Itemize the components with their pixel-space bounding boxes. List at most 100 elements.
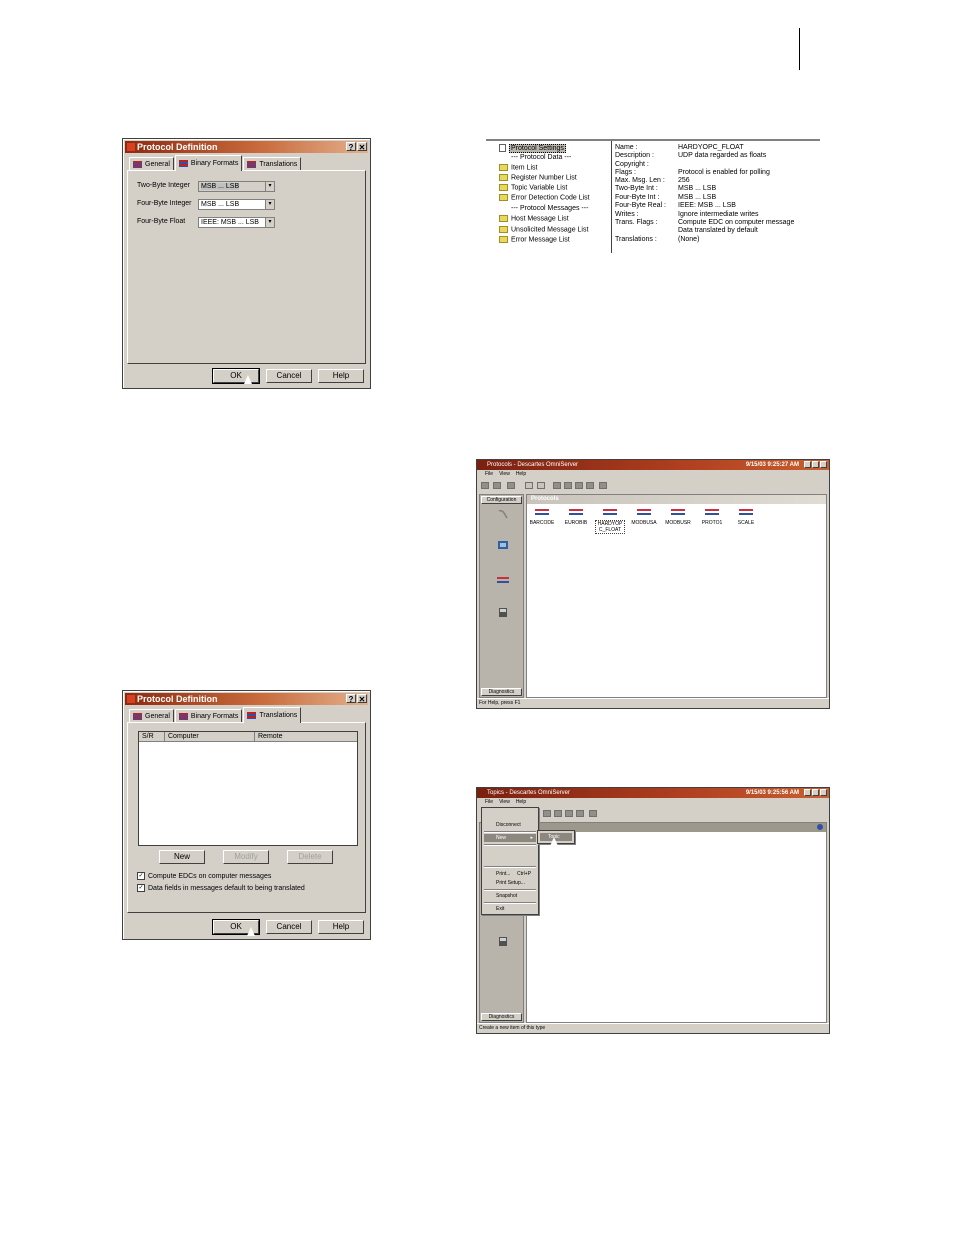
protocol-item[interactable]: MODBUSA (629, 508, 659, 526)
tree-item-topic-variable-list[interactable]: Topic Variable List (499, 184, 567, 191)
window-titlebar: Topics - Descartes OmniServer 9/15/03 9:… (477, 788, 829, 798)
protocol-icon (133, 713, 142, 720)
menu-view[interactable]: View (499, 470, 510, 479)
tree-item-error-message-list[interactable]: Error Message List (499, 236, 570, 243)
translate-default-checkbox[interactable]: ✓ Data fields in messages default to bein… (137, 884, 305, 892)
chevron-down-icon[interactable]: ▾ (265, 182, 274, 191)
cancel-button[interactable]: Cancel (266, 369, 312, 383)
minimize-button[interactable] (804, 789, 811, 796)
ok-button[interactable]: OK (212, 368, 260, 384)
tree-item-protocol-messages: --- Protocol Messages --- (511, 205, 589, 212)
protocol-item[interactable]: MODBUSR (663, 508, 693, 526)
topic-icon[interactable] (497, 936, 509, 947)
maximize-button[interactable] (812, 789, 819, 796)
menu-view[interactable]: View (499, 798, 510, 807)
computer-icon[interactable] (497, 540, 509, 551)
menu-help[interactable]: Help (516, 470, 526, 479)
help-title-button[interactable]: ? (346, 142, 356, 152)
menu-item-print-setup[interactable]: Print Setup... (484, 879, 536, 887)
cancel-button[interactable]: Cancel (266, 920, 312, 934)
translations-list[interactable]: S/R Computer Remote (138, 731, 358, 846)
protocol-item[interactable]: EUROBIB (561, 508, 591, 526)
clock-readout: 9/15/03 9:25:27 AM (745, 462, 799, 468)
chevron-down-icon[interactable]: ▾ (265, 218, 274, 227)
help-button[interactable]: Help (318, 920, 364, 934)
four-byte-integer-select[interactable]: MSB ... LSB ▾ (198, 199, 275, 210)
move-left-icon[interactable] (575, 482, 583, 489)
copy-icon[interactable] (537, 482, 545, 489)
move-right-icon[interactable] (586, 482, 594, 489)
protocol-icon (178, 160, 188, 167)
tab-general[interactable]: General (129, 157, 174, 171)
grid-icon[interactable] (589, 810, 597, 817)
delete-button[interactable]: Delete (287, 850, 333, 864)
four-byte-integer-label: Four-Byte Integer (137, 200, 192, 207)
four-byte-float-select[interactable]: IEEE: MSB ... LSB ▾ (198, 217, 275, 228)
menu-item-disconnect[interactable]: Disconnect (484, 821, 536, 829)
menu-file[interactable]: File (485, 798, 493, 807)
protocol-icon (133, 161, 142, 168)
cut-icon[interactable] (525, 482, 533, 489)
close-button[interactable] (820, 461, 827, 468)
tab-binary-formats[interactable]: Binary Formats (174, 709, 243, 723)
help-title-button[interactable]: ? (346, 694, 356, 704)
protocol-icon[interactable] (497, 575, 509, 586)
close-title-button[interactable]: ✕ (357, 694, 367, 704)
help-button[interactable]: Help (318, 369, 364, 383)
prop-value: Protocol is enabled for polling (678, 169, 770, 176)
topics-pane (526, 822, 827, 1023)
two-byte-integer-select[interactable]: MSB ... LSB ▾ (198, 181, 275, 192)
chevron-down-icon[interactable]: ▾ (265, 200, 274, 209)
minimize-button[interactable] (804, 461, 811, 468)
diagnostics-button[interactable]: Diagnostics (481, 1013, 522, 1021)
tab-panel: Two-Byte Integer MSB ... LSB ▾ Four-Byte … (127, 170, 366, 364)
protocol-item[interactable]: SCALE (731, 508, 761, 526)
new-icon[interactable] (481, 482, 489, 489)
tree-item-protocol-settings[interactable]: Protocol Settings (499, 143, 566, 153)
tab-binary-formats[interactable]: Binary Formats (174, 155, 243, 171)
move-up-icon[interactable] (543, 810, 551, 817)
tab-translations[interactable]: Translations (243, 157, 302, 171)
tree-item-error-detection-code-list[interactable]: Error Detection Code List (499, 194, 590, 201)
maximize-button[interactable] (812, 461, 819, 468)
close-button[interactable] (820, 789, 827, 796)
new-button[interactable]: New (159, 850, 205, 864)
tree-item-host-message-list[interactable]: Host Message List (499, 215, 569, 222)
protocol-icon (247, 161, 257, 168)
tree-item-unsolicited-message-list[interactable]: Unsolicited Message List (499, 226, 588, 233)
protocol-item[interactable]: PROTO1 (697, 508, 727, 526)
move-right-icon[interactable] (576, 810, 584, 817)
configuration-button[interactable]: Configuration (481, 496, 522, 504)
protocol-item[interactable]: BARCODE (527, 508, 557, 526)
prop-value: IEEE: MSB ... LSB (678, 202, 736, 209)
protocol-item-selected[interactable]: HARDYOPC_FLOAT (595, 508, 625, 534)
compute-edc-checkbox[interactable]: ✓ Compute EDCs on computer messages (137, 872, 271, 880)
tree-item-register-number-list[interactable]: Register Number List (499, 174, 577, 181)
move-down-icon[interactable] (554, 810, 562, 817)
move-down-icon[interactable] (564, 482, 572, 489)
save-icon[interactable] (493, 482, 501, 489)
column-header-computer[interactable]: Computer (168, 732, 199, 741)
column-header-remote[interactable]: Remote (258, 732, 283, 741)
pane-title: Protocols (527, 495, 826, 504)
modify-button[interactable]: Modify (223, 850, 269, 864)
menu-file[interactable]: File (485, 470, 493, 479)
move-up-icon[interactable] (553, 482, 561, 489)
move-left-icon[interactable] (565, 810, 573, 817)
tab-translations[interactable]: Translations (243, 707, 302, 723)
tree-item-item-list[interactable]: Item List (499, 164, 537, 171)
menu-item-snapshot[interactable]: Snapshot (484, 892, 536, 900)
menu-item-exit[interactable]: Exit (484, 905, 536, 913)
dropdown-icon[interactable] (507, 482, 515, 489)
cable-icon[interactable] (497, 509, 509, 520)
menu-help[interactable]: Help (516, 798, 526, 807)
grid-icon[interactable] (599, 482, 607, 489)
close-title-button[interactable]: ✕ (357, 142, 367, 152)
topic-icon[interactable] (497, 607, 509, 618)
menu-bar: File View Help (477, 470, 829, 479)
diagnostics-button[interactable]: Diagnostics (481, 688, 522, 696)
menu-item-new[interactable]: New ▸ (484, 834, 536, 842)
tab-general[interactable]: General (129, 709, 174, 723)
column-header-sr[interactable]: S/R (142, 732, 154, 741)
menu-item-print[interactable]: Print... Ctrl+P (484, 870, 536, 878)
